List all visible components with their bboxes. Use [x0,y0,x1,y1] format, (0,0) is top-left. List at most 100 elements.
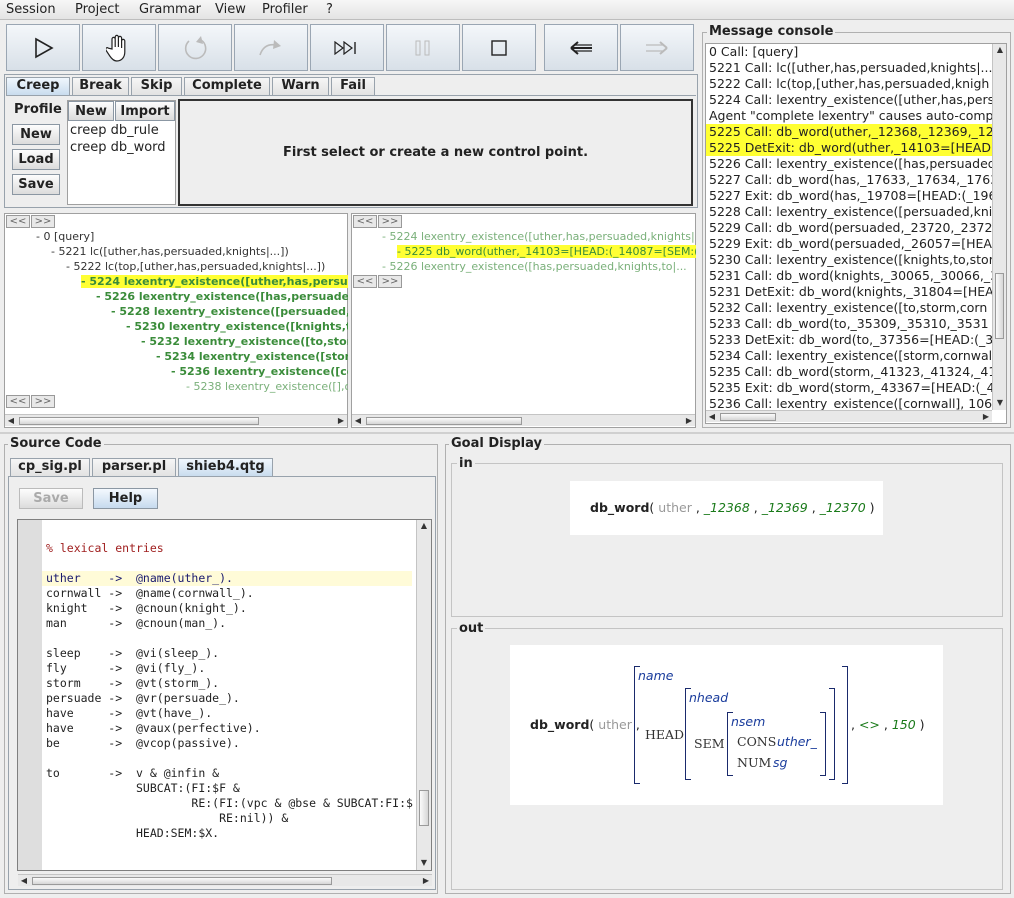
nav-prev-button[interactable]: << [6,215,30,228]
scroll-left-icon[interactable]: ◀ [18,875,30,887]
code-line: have -> @vt(have_). [46,706,213,720]
scroll-up-icon[interactable]: ▲ [418,520,430,532]
tree-node[interactable]: - 5238 lexentry_existence([],ok [186,380,348,393]
out-suffix: , <> , 150 ) [851,717,925,732]
tree-node[interactable]: - 5226 lexentry_existence([has,persuaded… [382,260,687,273]
nav-next-button[interactable]: >> [31,215,55,228]
tab-complete[interactable]: Complete [184,77,270,95]
profile-new-button[interactable]: New [12,124,60,145]
horizontal-scrollbar[interactable]: ◀ ▶ [18,874,432,886]
play-button[interactable] [6,24,80,71]
nav-next-button[interactable]: >> [378,275,402,288]
console-line: 5235 Call: db_word(storm,_41323,_41324,_… [709,364,992,379]
console-line: 5227 Exit: db_word(has,_19708=[HEAD:(_19… [709,188,992,203]
undo-button[interactable] [158,24,232,71]
avm-feature-cons: CONS [737,734,777,749]
tree-node-selected[interactable]: - 5224 lexentry_existence([uther,has,per… [81,275,348,288]
tree-node[interactable]: - 5232 lexentry_existence([to,storm, [141,335,348,348]
redo-button[interactable] [234,24,308,71]
scroll-right-icon[interactable]: ▶ [980,411,992,423]
forward-arrow-icon [646,40,668,55]
forward-button[interactable] [620,24,694,71]
vertical-scrollbar[interactable]: ▲ ▼ [992,44,1006,410]
scroll-thumb[interactable] [32,877,332,885]
menu-grammar[interactable]: Grammar [139,2,201,17]
scroll-right-icon[interactable]: ▶ [335,415,347,427]
scroll-right-icon[interactable]: ▶ [420,875,432,887]
console-line: 5229 Exit: db_word(persuaded,_26057=[HEA [709,236,992,251]
tree-node[interactable]: - 5228 lexentry_existence([persuaded,kni [111,305,348,318]
horizontal-scrollbar[interactable]: ◀ ▶ [352,414,695,426]
scroll-thumb[interactable] [720,413,776,421]
horizontal-scrollbar[interactable]: ◀ ▶ [706,410,992,422]
scroll-down-icon[interactable]: ▼ [994,397,1006,409]
vertical-scrollbar[interactable]: ▲ ▼ [416,520,431,870]
menu-view[interactable]: View [215,2,246,17]
list-item[interactable]: creep db_rule [70,123,159,138]
skip-button[interactable] [310,24,384,71]
split-divider[interactable] [0,432,1014,434]
tree-node[interactable]: - 5224 lexentry_existence([uther,has,per… [382,230,696,243]
scroll-down-icon[interactable]: ▼ [418,857,430,869]
list-import-button[interactable]: Import [115,101,175,121]
scroll-thumb[interactable] [19,417,259,425]
trace-tree-left-content: - 0 [query] - 5221 lc([uther,has,persuade… [4,230,348,396]
nav-prev-button[interactable]: << [353,215,377,228]
stop-button[interactable] [462,24,536,71]
menu-help[interactable]: ? [326,2,333,17]
console-line-highlighted: 5225 Call: db_word(uther,_12368,_12369,_… [706,124,992,140]
tab-break[interactable]: Break [72,77,129,95]
save-button[interactable]: Save [19,488,83,509]
tab-warn[interactable]: Warn [272,77,329,95]
menu-profiler[interactable]: Profiler [262,2,308,17]
tab-shieb4[interactable]: shieb4.qtg [178,458,273,476]
profile-load-button[interactable]: Load [12,149,60,170]
tab-parser[interactable]: parser.pl [92,458,176,476]
tree-node[interactable]: - 5221 lc([uther,has,persuaded,knights|.… [51,245,289,258]
tree-node[interactable]: - 5222 lc(top,[uther,has,persuaded,knigh… [66,260,325,273]
tree-node[interactable]: - 5236 lexentry_existence([corn [171,365,348,378]
menu-project[interactable]: Project [75,2,119,17]
tree-node[interactable]: - 0 [query] [36,230,94,243]
nav-prev-button[interactable]: << [6,395,30,408]
nav-next-button[interactable]: >> [31,395,55,408]
list-item[interactable]: creep db_word [70,140,166,155]
nav-next-button[interactable]: >> [378,215,402,228]
scroll-right-icon[interactable]: ▶ [683,415,695,427]
nav-prev-button[interactable]: << [353,275,377,288]
code-line: cornwall -> @name(cornwall_). [46,586,254,600]
tree-node[interactable]: - 5226 lexentry_existence([has,persuaded… [96,290,348,303]
console-line: 0 Call: [query] [709,44,799,59]
tab-cp-sig[interactable]: cp_sig.pl [10,458,90,476]
tab-skip[interactable]: Skip [131,77,182,95]
tab-creep[interactable]: Creep [6,77,70,95]
console-line: 5224 Call: lexentry_existence([uther,has… [709,92,992,107]
pause-button[interactable] [386,24,460,71]
profile-save-button[interactable]: Save [12,174,60,195]
tree-node-selected[interactable]: - 5225 db_word(uther,_14103=[HEAD:(_1408… [397,245,696,258]
editor-text[interactable]: % lexical entries uther -> @name(uther_).… [42,520,416,870]
scroll-thumb[interactable] [419,790,429,826]
scroll-up-icon[interactable]: ▲ [994,44,1006,56]
profile-label: Profile [14,102,62,117]
code-line: knight -> @cnoun(knight_). [46,601,247,615]
scroll-left-icon[interactable]: ◀ [706,411,718,423]
avm-feature-sem: SEM [694,736,725,751]
tree-node[interactable]: - 5230 lexentry_existence([knights,to,st [126,320,348,333]
list-new-button[interactable]: New [68,101,114,121]
scroll-thumb[interactable] [995,273,1004,339]
scroll-thumb[interactable] [366,417,522,425]
console-line: 5233 Call: db_word(to,_35309,_35310,_353… [709,316,989,331]
help-button[interactable]: Help [93,488,158,509]
tree-node[interactable]: - 5234 lexentry_existence([storm, [156,350,348,363]
scroll-left-icon[interactable]: ◀ [352,415,364,427]
horizontal-scrollbar[interactable]: ◀ ▶ [5,414,347,426]
console-line: Agent "complete lexentry" causes auto-co… [709,108,992,123]
trace-tree-right-content: - 5224 lexentry_existence([uther,has,per… [351,230,696,275]
menu-session[interactable]: Session [6,2,56,17]
console-line: 5235 Exit: db_word(storm,_43367=[HEAD:(_… [709,380,992,395]
hand-button[interactable] [82,24,156,71]
back-button[interactable] [544,24,618,71]
scroll-left-icon[interactable]: ◀ [5,415,17,427]
tab-fail[interactable]: Fail [331,77,375,95]
